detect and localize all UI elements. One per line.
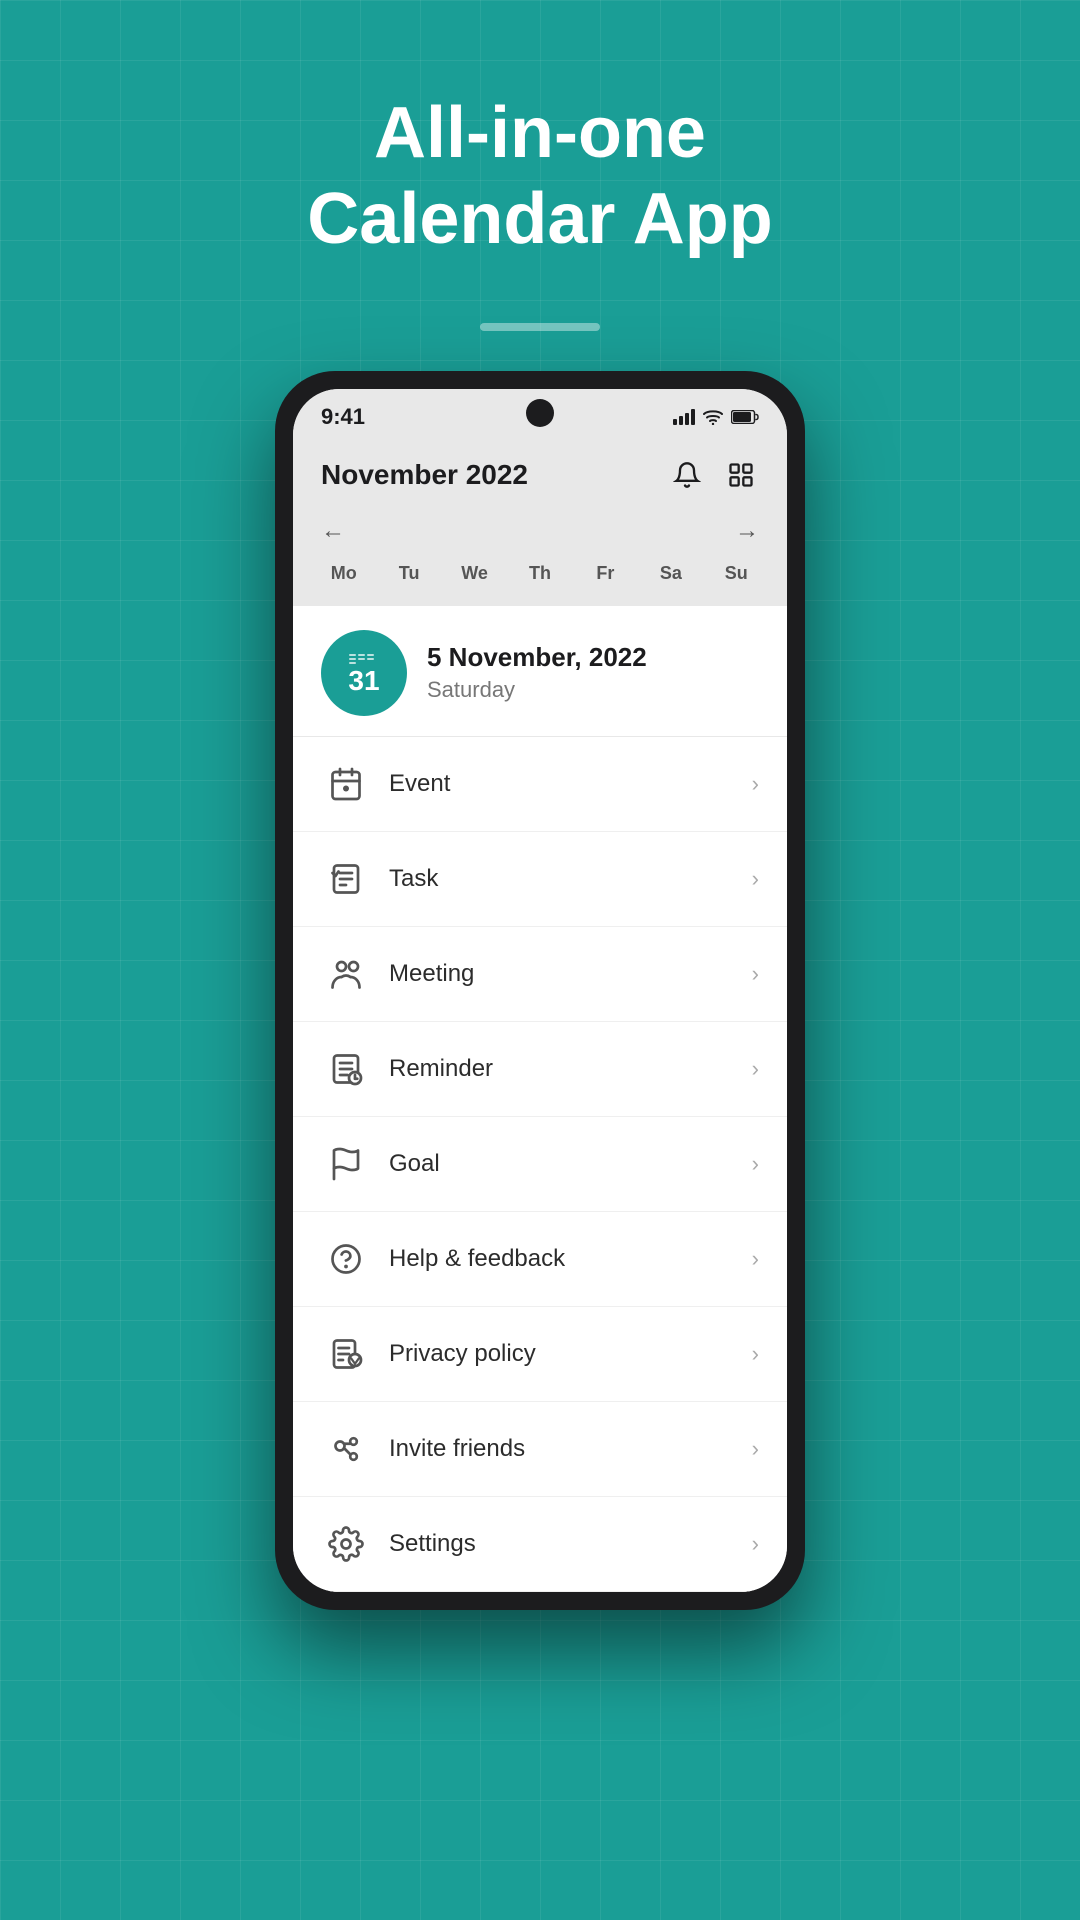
reminder-chevron: ›: [752, 1056, 759, 1082]
day-sa: Sa: [640, 557, 701, 590]
reminder-icon: [321, 1044, 371, 1094]
calendar-week: ← → Mo Tu We Th Fr Sa Su: [293, 505, 787, 606]
day-mo: Mo: [313, 557, 374, 590]
reminder-label: Reminder: [389, 1055, 752, 1083]
menu-item-privacy[interactable]: Privacy policy ›: [293, 1307, 787, 1402]
menu-item-settings[interactable]: Settings ›: [293, 1497, 787, 1592]
help-icon: [321, 1234, 371, 1284]
event-chevron: ›: [752, 771, 759, 797]
week-nav-row: ← →: [313, 513, 767, 549]
wifi-icon: [703, 409, 723, 425]
day-th: Th: [509, 557, 570, 590]
date-badge-number: 31: [348, 665, 379, 696]
help-label: Help & feedback: [389, 1245, 752, 1273]
menu-item-invite[interactable]: Invite friends ›: [293, 1402, 787, 1497]
next-week-button[interactable]: →: [735, 517, 759, 545]
goal-label: Goal: [389, 1150, 752, 1178]
privacy-label: Privacy policy: [389, 1340, 752, 1368]
bell-button[interactable]: [669, 457, 705, 493]
title-line2: Calendar App: [0, 176, 1080, 262]
invite-label: Invite friends: [389, 1435, 752, 1463]
settings-icon: [321, 1519, 371, 1569]
menu-item-goal[interactable]: Goal ›: [293, 1117, 787, 1212]
meeting-label: Meeting: [389, 960, 752, 988]
prev-week-button[interactable]: ←: [321, 517, 345, 545]
date-day: Saturday: [427, 677, 647, 703]
camera-notch: [526, 399, 554, 427]
day-su: Su: [706, 557, 767, 590]
menu-item-event[interactable]: Event ›: [293, 737, 787, 832]
menu-item-meeting[interactable]: Meeting ›: [293, 927, 787, 1022]
status-icons: [673, 409, 759, 425]
date-header: 31 5 November, 2022 Saturday: [293, 606, 787, 737]
task-label: Task: [389, 865, 752, 893]
event-icon: [321, 759, 371, 809]
privacy-chevron: ›: [752, 1341, 759, 1367]
invite-icon: [321, 1424, 371, 1474]
invite-chevron: ›: [752, 1436, 759, 1462]
date-full: 5 November, 2022: [427, 642, 647, 673]
grid-button[interactable]: [723, 457, 759, 493]
day-fr: Fr: [575, 557, 636, 590]
status-time: 9:41: [321, 404, 365, 430]
settings-chevron: ›: [752, 1531, 759, 1557]
settings-label: Settings: [389, 1530, 752, 1558]
help-chevron: ›: [752, 1246, 759, 1272]
task-chevron: ›: [752, 866, 759, 892]
menu-item-help[interactable]: Help & feedback ›: [293, 1212, 787, 1307]
meeting-icon: [321, 949, 371, 999]
day-headers: Mo Tu We Th Fr Sa Su: [313, 557, 767, 590]
title-line1: All-in-one: [0, 90, 1080, 176]
privacy-icon: [321, 1329, 371, 1379]
day-we: We: [444, 557, 505, 590]
menu-item-reminder[interactable]: Reminder ›: [293, 1022, 787, 1117]
goal-chevron: ›: [752, 1151, 759, 1177]
event-label: Event: [389, 770, 752, 798]
month-title: November 2022: [321, 459, 528, 491]
date-badge: 31: [321, 630, 407, 716]
header-actions: [669, 457, 759, 493]
menu-section: 31 5 November, 2022 Saturday: [293, 606, 787, 1592]
phone-frame: 9:41: [275, 371, 805, 1610]
signal-icon: [673, 409, 695, 425]
calendar-header: November 2022: [293, 441, 787, 505]
date-info: 5 November, 2022 Saturday: [427, 642, 647, 703]
drag-handle: [480, 323, 600, 331]
day-tu: Tu: [378, 557, 439, 590]
goal-icon: [321, 1139, 371, 1189]
menu-item-task[interactable]: Task ›: [293, 832, 787, 927]
battery-icon: [731, 410, 759, 424]
task-icon: [321, 854, 371, 904]
meeting-chevron: ›: [752, 961, 759, 987]
page-title-area: All-in-one Calendar App: [0, 0, 1080, 323]
